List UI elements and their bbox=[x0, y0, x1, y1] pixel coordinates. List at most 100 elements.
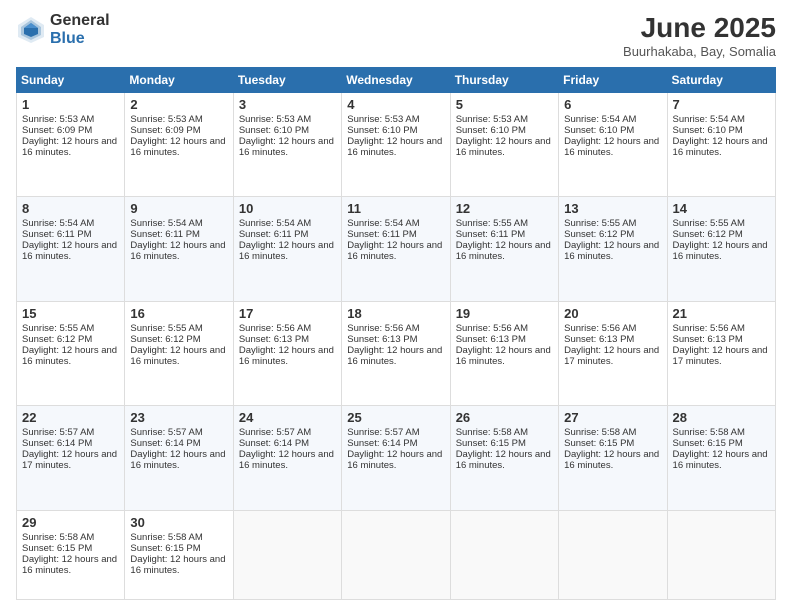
sunrise-text: Sunrise: 5:54 AM bbox=[673, 114, 745, 125]
table-row: 11 Sunrise: 5:54 AM Sunset: 6:11 PM Dayl… bbox=[342, 197, 450, 301]
sunset-text: Sunset: 6:11 PM bbox=[239, 229, 309, 240]
day-number: 13 bbox=[564, 201, 661, 216]
sunset-text: Sunset: 6:10 PM bbox=[564, 125, 634, 136]
table-row: 3 Sunrise: 5:53 AM Sunset: 6:10 PM Dayli… bbox=[233, 93, 341, 197]
page: General Blue June 2025 Buurhakaba, Bay, … bbox=[0, 0, 792, 612]
sunset-text: Sunset: 6:12 PM bbox=[22, 334, 92, 345]
day-number: 23 bbox=[130, 410, 227, 425]
sunrise-text: Sunrise: 5:53 AM bbox=[347, 114, 419, 125]
sunset-text: Sunset: 6:10 PM bbox=[239, 125, 309, 136]
sunset-text: Sunset: 6:13 PM bbox=[673, 334, 743, 345]
sunrise-text: Sunrise: 5:57 AM bbox=[239, 427, 311, 438]
day-number: 16 bbox=[130, 306, 227, 321]
sunset-text: Sunset: 6:10 PM bbox=[347, 125, 417, 136]
sunrise-text: Sunrise: 5:58 AM bbox=[564, 427, 636, 438]
title-month: June 2025 bbox=[623, 12, 776, 44]
logo-blue: Blue bbox=[50, 30, 110, 48]
sunrise-text: Sunrise: 5:58 AM bbox=[673, 427, 745, 438]
table-row bbox=[342, 510, 450, 599]
daylight-text: Daylight: 12 hours and 16 minutes. bbox=[22, 345, 117, 367]
day-number: 3 bbox=[239, 97, 336, 112]
day-number: 9 bbox=[130, 201, 227, 216]
header-tuesday: Tuesday bbox=[233, 68, 341, 93]
table-row: 30 Sunrise: 5:58 AM Sunset: 6:15 PM Dayl… bbox=[125, 510, 233, 599]
daylight-text: Daylight: 12 hours and 16 minutes. bbox=[22, 136, 117, 158]
daylight-text: Daylight: 12 hours and 16 minutes. bbox=[564, 136, 659, 158]
day-number: 19 bbox=[456, 306, 553, 321]
daylight-text: Daylight: 12 hours and 16 minutes. bbox=[673, 449, 768, 471]
sunrise-text: Sunrise: 5:54 AM bbox=[130, 218, 202, 229]
sunrise-text: Sunrise: 5:58 AM bbox=[456, 427, 528, 438]
daylight-text: Daylight: 12 hours and 16 minutes. bbox=[130, 345, 225, 367]
day-number: 10 bbox=[239, 201, 336, 216]
table-row: 22 Sunrise: 5:57 AM Sunset: 6:14 PM Dayl… bbox=[17, 406, 125, 510]
table-row: 12 Sunrise: 5:55 AM Sunset: 6:11 PM Dayl… bbox=[450, 197, 558, 301]
daylight-text: Daylight: 12 hours and 16 minutes. bbox=[456, 449, 551, 471]
table-row: 13 Sunrise: 5:55 AM Sunset: 6:12 PM Dayl… bbox=[559, 197, 667, 301]
table-row: 9 Sunrise: 5:54 AM Sunset: 6:11 PM Dayli… bbox=[125, 197, 233, 301]
daylight-text: Daylight: 12 hours and 16 minutes. bbox=[456, 345, 551, 367]
sunset-text: Sunset: 6:10 PM bbox=[673, 125, 743, 136]
table-row: 19 Sunrise: 5:56 AM Sunset: 6:13 PM Dayl… bbox=[450, 301, 558, 405]
sunrise-text: Sunrise: 5:53 AM bbox=[456, 114, 528, 125]
day-number: 5 bbox=[456, 97, 553, 112]
day-number: 27 bbox=[564, 410, 661, 425]
sunset-text: Sunset: 6:15 PM bbox=[673, 438, 743, 449]
sunset-text: Sunset: 6:09 PM bbox=[22, 125, 92, 136]
daylight-text: Daylight: 12 hours and 16 minutes. bbox=[347, 136, 442, 158]
table-row: 15 Sunrise: 5:55 AM Sunset: 6:12 PM Dayl… bbox=[17, 301, 125, 405]
sunrise-text: Sunrise: 5:55 AM bbox=[456, 218, 528, 229]
sunset-text: Sunset: 6:13 PM bbox=[239, 334, 309, 345]
table-row bbox=[667, 510, 775, 599]
day-number: 30 bbox=[130, 515, 227, 530]
table-row bbox=[559, 510, 667, 599]
day-number: 18 bbox=[347, 306, 444, 321]
daylight-text: Daylight: 12 hours and 16 minutes. bbox=[456, 240, 551, 262]
daylight-text: Daylight: 12 hours and 16 minutes. bbox=[130, 136, 225, 158]
sunrise-text: Sunrise: 5:53 AM bbox=[130, 114, 202, 125]
table-row: 6 Sunrise: 5:54 AM Sunset: 6:10 PM Dayli… bbox=[559, 93, 667, 197]
sunset-text: Sunset: 6:15 PM bbox=[22, 543, 92, 554]
logo-icon bbox=[16, 15, 46, 45]
sunset-text: Sunset: 6:15 PM bbox=[456, 438, 526, 449]
day-number: 1 bbox=[22, 97, 119, 112]
sunset-text: Sunset: 6:12 PM bbox=[673, 229, 743, 240]
header-thursday: Thursday bbox=[450, 68, 558, 93]
day-number: 8 bbox=[22, 201, 119, 216]
title-location: Buurhakaba, Bay, Somalia bbox=[623, 44, 776, 59]
day-number: 24 bbox=[239, 410, 336, 425]
table-row: 7 Sunrise: 5:54 AM Sunset: 6:10 PM Dayli… bbox=[667, 93, 775, 197]
sunrise-text: Sunrise: 5:55 AM bbox=[673, 218, 745, 229]
day-number: 6 bbox=[564, 97, 661, 112]
daylight-text: Daylight: 12 hours and 16 minutes. bbox=[347, 449, 442, 471]
day-number: 2 bbox=[130, 97, 227, 112]
sunset-text: Sunset: 6:11 PM bbox=[22, 229, 92, 240]
sunset-text: Sunset: 6:09 PM bbox=[130, 125, 200, 136]
sunrise-text: Sunrise: 5:57 AM bbox=[347, 427, 419, 438]
sunset-text: Sunset: 6:10 PM bbox=[456, 125, 526, 136]
sunset-text: Sunset: 6:11 PM bbox=[347, 229, 417, 240]
sunrise-text: Sunrise: 5:55 AM bbox=[130, 323, 202, 334]
table-row: 2 Sunrise: 5:53 AM Sunset: 6:09 PM Dayli… bbox=[125, 93, 233, 197]
sunset-text: Sunset: 6:12 PM bbox=[564, 229, 634, 240]
sunrise-text: Sunrise: 5:54 AM bbox=[22, 218, 94, 229]
table-row: 17 Sunrise: 5:56 AM Sunset: 6:13 PM Dayl… bbox=[233, 301, 341, 405]
day-number: 4 bbox=[347, 97, 444, 112]
sunrise-text: Sunrise: 5:55 AM bbox=[22, 323, 94, 334]
sunrise-text: Sunrise: 5:58 AM bbox=[22, 532, 94, 543]
daylight-text: Daylight: 12 hours and 16 minutes. bbox=[130, 240, 225, 262]
sunset-text: Sunset: 6:13 PM bbox=[347, 334, 417, 345]
sunset-text: Sunset: 6:12 PM bbox=[130, 334, 200, 345]
sunset-text: Sunset: 6:15 PM bbox=[130, 543, 200, 554]
day-number: 20 bbox=[564, 306, 661, 321]
sunrise-text: Sunrise: 5:56 AM bbox=[347, 323, 419, 334]
day-number: 17 bbox=[239, 306, 336, 321]
table-row: 1 Sunrise: 5:53 AM Sunset: 6:09 PM Dayli… bbox=[17, 93, 125, 197]
table-row: 4 Sunrise: 5:53 AM Sunset: 6:10 PM Dayli… bbox=[342, 93, 450, 197]
daylight-text: Daylight: 12 hours and 17 minutes. bbox=[22, 449, 117, 471]
sunset-text: Sunset: 6:13 PM bbox=[456, 334, 526, 345]
sunrise-text: Sunrise: 5:57 AM bbox=[22, 427, 94, 438]
daylight-text: Daylight: 12 hours and 16 minutes. bbox=[564, 240, 659, 262]
table-row bbox=[233, 510, 341, 599]
table-row: 24 Sunrise: 5:57 AM Sunset: 6:14 PM Dayl… bbox=[233, 406, 341, 510]
